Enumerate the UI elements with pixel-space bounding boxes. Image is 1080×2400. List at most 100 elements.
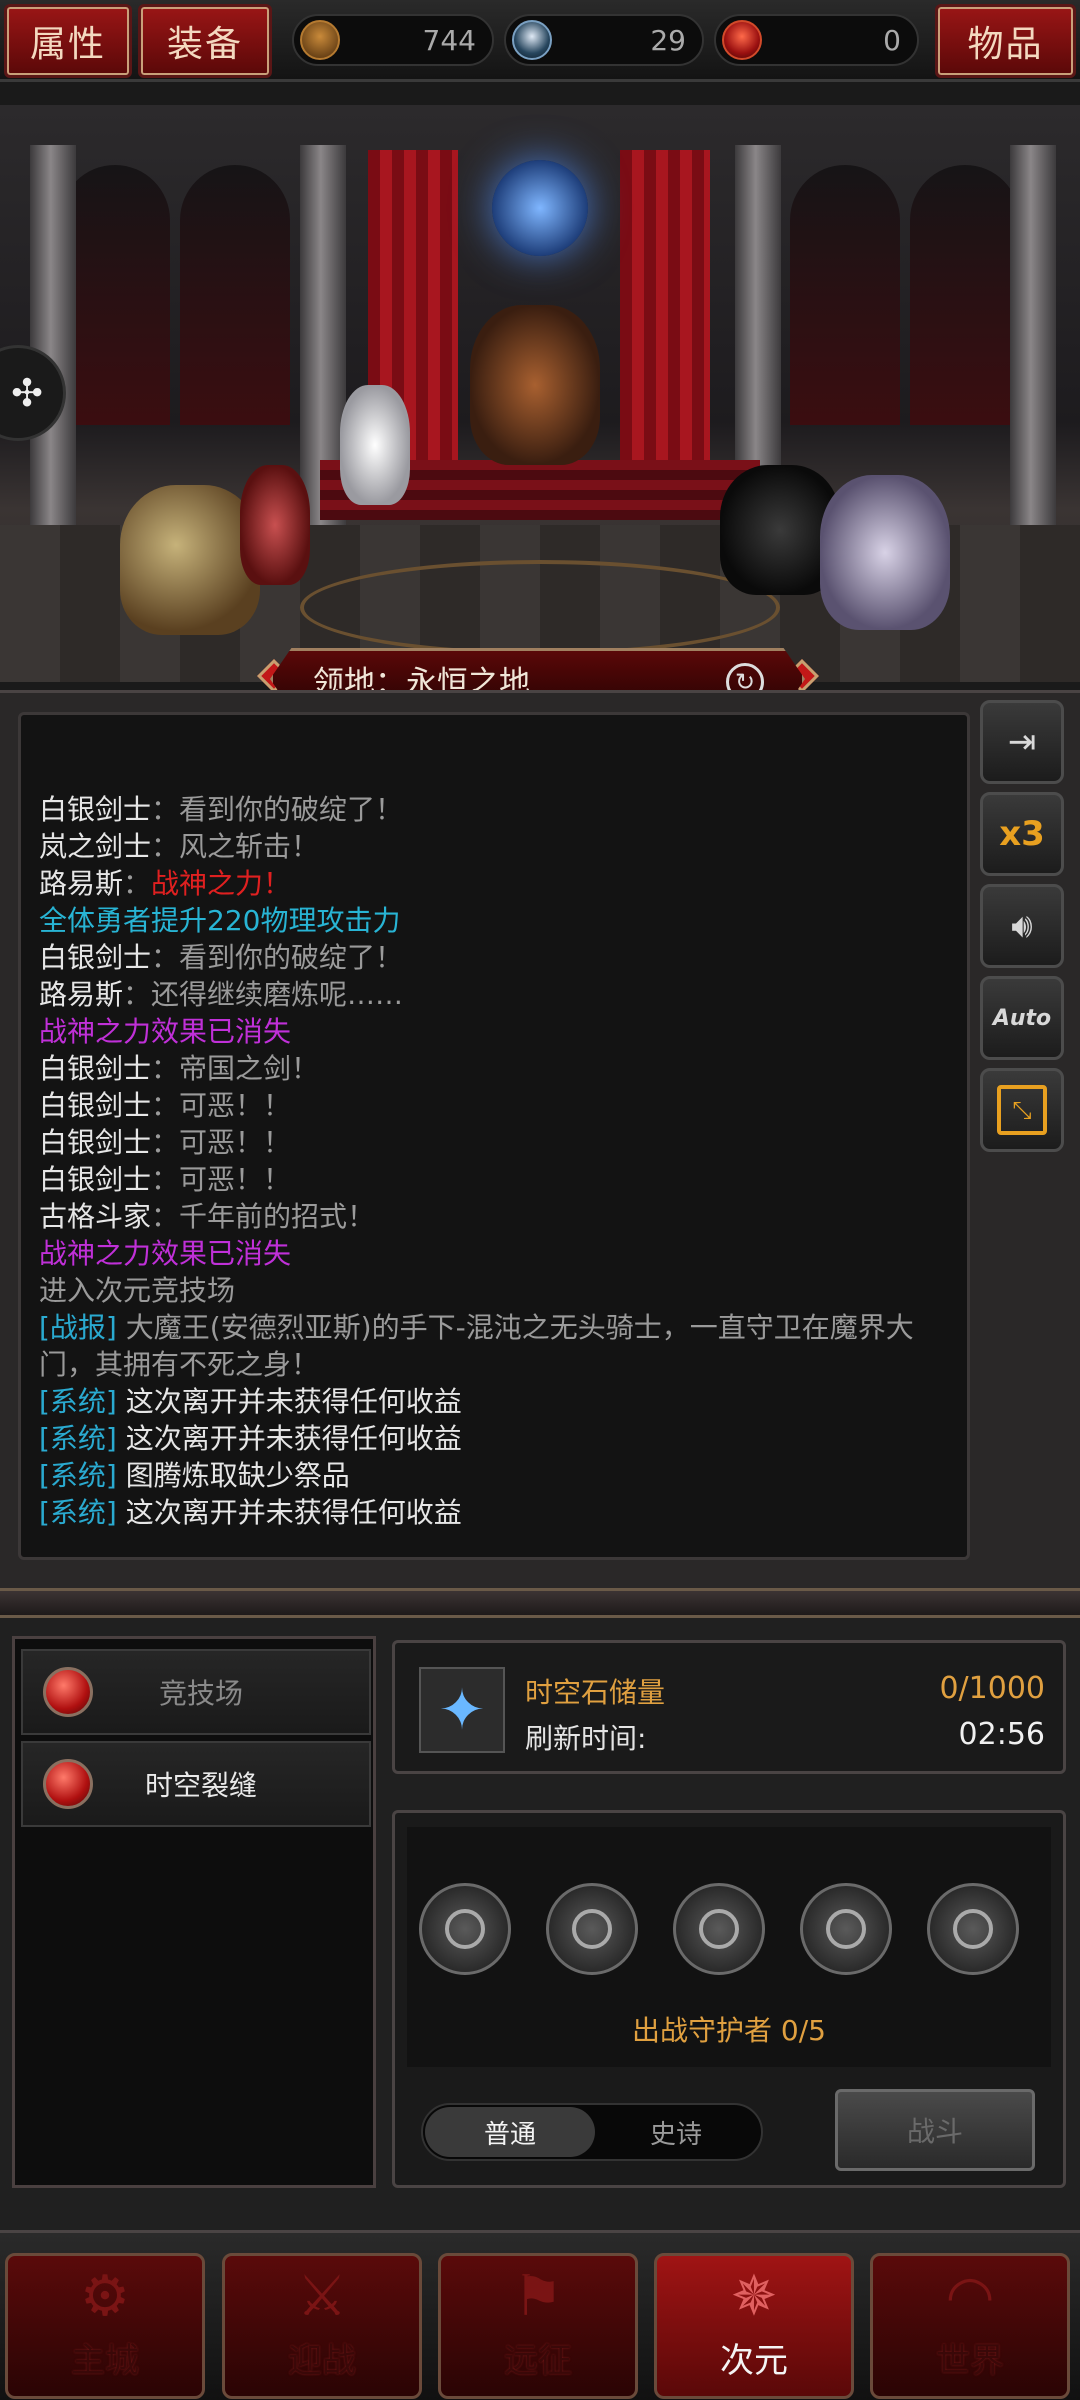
log-line: 白银剑士：看到你的破绽了！: [39, 939, 967, 976]
bottom-nav: ⚙ 主城 ⚔ 迎战 ⚑ 远征 ✵ 次元 ◠ 世界: [0, 2230, 1080, 2400]
log-segment: ：千年前的招式！: [151, 1200, 376, 1233]
currency-bronze-value: 744: [422, 23, 476, 57]
battle-log[interactable]: 白银剑士：看到你的破绽了！ 岚之剑士：风之斩击！ 路易斯：战神之力！ 全体勇者提升22…: [18, 712, 970, 1560]
stone-storage-value: 0/1000: [939, 1671, 1045, 1706]
nav-battle[interactable]: ⚔ 迎战: [222, 2253, 422, 2399]
log-segment: 白银剑士: [39, 1126, 152, 1159]
castle-arch: [790, 165, 900, 425]
log-segment: 白银剑士: [39, 941, 152, 974]
guardian-slots: 出战守护者 0/5: [407, 1827, 1051, 2067]
time-stone-icon: ✦: [419, 1667, 505, 1753]
currency-crystal-value: 29: [650, 23, 686, 57]
log-segment: ：可恶！！: [151, 1163, 292, 1196]
stone-storage-label: 时空石储量: [525, 1676, 666, 1709]
time-stone-panel: ✦ 时空石储量 0/1000 刷新时间: 02:56: [392, 1640, 1066, 1774]
white-dress-heroine: [340, 385, 410, 505]
nav-main-city[interactable]: ⚙ 主城: [5, 2253, 205, 2399]
nav-dimension[interactable]: ✵ 次元: [654, 2253, 854, 2399]
log-segment: ：可恶！！: [151, 1089, 292, 1122]
log-line: 岚之剑士：风之斩击！: [39, 828, 967, 865]
demon-king-boss: [470, 305, 600, 465]
log-line: [系统] 图腾炼取缺少祭品: [39, 1457, 967, 1494]
eye-icon: [572, 1909, 612, 1949]
nav-label: 迎战: [288, 2341, 356, 2381]
tab-epic[interactable]: 史诗: [591, 2107, 761, 2157]
log-segment: ：帝国之剑！: [151, 1052, 320, 1085]
log-segment: [系统]: [39, 1496, 117, 1529]
guardian-slot[interactable]: [546, 1883, 638, 1975]
panel-divider: [0, 1588, 1080, 1618]
guardian-slot[interactable]: [673, 1883, 765, 1975]
log-segment: 白银剑士: [39, 793, 152, 826]
eye-icon: [953, 1909, 993, 1949]
battle-controls: ⇥ x3 🔊︎ Auto ⤡: [980, 700, 1066, 1160]
collapse-log-button[interactable]: ⤡: [980, 1068, 1064, 1152]
mode-label: 时空裂缝: [144, 1769, 257, 1802]
log-line: 白银剑士：帝国之剑！: [39, 1050, 967, 1087]
speed-button[interactable]: x3: [980, 792, 1064, 876]
log-segment: [战报]: [39, 1311, 117, 1344]
red-orb-icon: [43, 1667, 93, 1717]
log-segment: ：: [123, 867, 152, 900]
log-segment: 战神之力效果已消失: [39, 1237, 292, 1270]
log-segment: 路易斯: [39, 978, 124, 1011]
refresh-time-value: 02:56: [958, 1717, 1045, 1752]
log-segment: 这次离开并未获得任何收益: [116, 1422, 462, 1455]
log-line: [系统] 这次离开并未获得任何收益: [39, 1383, 967, 1420]
red-orb-icon: [43, 1759, 93, 1809]
stone-pillar: [1010, 145, 1056, 565]
eye-icon: [826, 1909, 866, 1949]
tab-normal[interactable]: 普通: [425, 2107, 595, 2157]
eye-icon: [699, 1909, 739, 1949]
log-segment: 白银剑士: [39, 1052, 152, 1085]
log-segment: 这次离开并未获得任何收益: [116, 1385, 462, 1418]
log-segment: 路易斯: [39, 867, 124, 900]
log-line: [战报] 大魔王(安德烈亚斯)的手下-混沌之无头骑士，一直守卫在魔界大门，其拥有…: [39, 1309, 959, 1383]
log-line: 白银剑士：可恶！！: [39, 1124, 967, 1161]
grey-werewolf-enemy: [820, 475, 950, 630]
log-segment: 图腾炼取缺少祭品: [116, 1459, 350, 1492]
guardian-slot[interactable]: [419, 1883, 511, 1975]
log-line: [系统] 这次离开并未获得任何收益: [39, 1420, 967, 1457]
eye-icon: [445, 1909, 485, 1949]
log-line: 战神之力效果已消失: [39, 1013, 967, 1050]
guardian-slot[interactable]: [927, 1883, 1019, 1975]
log-line: 进入次元竞技场: [39, 1272, 967, 1309]
auto-battle-button[interactable]: Auto: [980, 976, 1064, 1060]
puzzle-icon: ✣: [11, 371, 43, 415]
red-haired-hero: [240, 465, 310, 585]
nav-label: 世界: [936, 2341, 1004, 2381]
castle-icon: ⚙: [79, 2264, 131, 2329]
exit-icon: ⇥: [1007, 722, 1037, 762]
fight-button[interactable]: 战斗: [835, 2089, 1035, 2171]
sound-button[interactable]: 🔊︎: [980, 884, 1064, 968]
mode-arena[interactable]: 竞技场: [21, 1649, 371, 1735]
speaker-icon: 🔊︎: [1011, 906, 1033, 946]
log-line: [系统] 这次离开并未获得任何收益: [39, 1494, 967, 1531]
log-line: 路易斯：战神之力！: [39, 865, 967, 902]
attributes-button[interactable]: 属性: [4, 4, 132, 78]
mode-time-rift[interactable]: 时空裂缝: [21, 1741, 371, 1827]
nav-world[interactable]: ◠ 世界: [870, 2253, 1070, 2399]
log-segment: 战神之力效果已消失: [39, 1015, 292, 1048]
flag-icon: ⚑: [512, 2264, 564, 2329]
guardian-slot[interactable]: [800, 1883, 892, 1975]
nav-label: 主城: [71, 2341, 139, 2381]
top-bar: 属性 装备 744 29 0 物品: [0, 0, 1080, 82]
globe-icon: ◠: [945, 2264, 995, 2329]
log-line: 全体勇者提升220物理攻击力: [39, 902, 967, 939]
red-curtain: [620, 150, 710, 460]
log-segment: 古格斗家: [39, 1200, 152, 1233]
equipment-button[interactable]: 装备: [138, 4, 272, 78]
log-segment: [系统]: [39, 1459, 117, 1492]
log-segment: ：看到你的破绽了！: [151, 793, 404, 826]
log-segment: 全体勇者提升220物理攻击力: [39, 904, 401, 937]
guardian-count: 出战守护者 0/5: [632, 2014, 826, 2047]
log-line: 白银剑士：可恶！！: [39, 1087, 967, 1124]
floor-emblem: [300, 560, 780, 655]
nav-expedition[interactable]: ⚑ 远征: [438, 2253, 638, 2399]
log-segment: ：还得继续磨炼呢……: [123, 978, 404, 1011]
exit-battle-button[interactable]: ⇥: [980, 700, 1064, 784]
items-button[interactable]: 物品: [935, 4, 1076, 78]
currency-crystal: 29: [504, 14, 704, 66]
